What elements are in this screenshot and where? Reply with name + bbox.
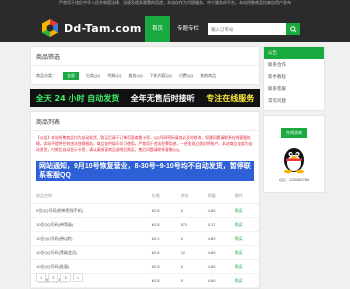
next-page-link[interactable]: >	[72, 273, 84, 282]
sidebar: 公告 联系合作 新手教程 联系客服 常见问题 在线咨询 QQ：123456789	[263, 46, 325, 197]
logo-text: Dd-Tam.com	[64, 21, 142, 35]
page-link[interactable]: 3	[60, 273, 71, 282]
filter-title: 商品筛选	[31, 47, 259, 66]
buy-button[interactable]: 购买	[235, 278, 254, 284]
side-item-contact[interactable]: 联系客服	[264, 83, 324, 95]
table-header: 商品名称 价格 库存 销量 操作	[31, 185, 259, 204]
search-icon	[289, 25, 297, 33]
qq-contact-box: 在线咨询 QQ：123456789	[263, 115, 325, 193]
logo-icon	[40, 18, 60, 38]
filter-option[interactable]: 代刷QQ	[107, 73, 121, 79]
site-logo[interactable]: Dd-Tam.com	[40, 18, 142, 38]
qq-number: QQ：123456789	[278, 177, 310, 182]
nav-home[interactable]: 首页	[145, 16, 171, 42]
list-title: 商品列表	[31, 112, 259, 131]
buy-button[interactable]: 购买	[235, 208, 254, 214]
product-name[interactable]: 9位QQ号码(附带密保手机)	[36, 208, 152, 214]
product-stock: 0	[180, 208, 183, 213]
product-price: ¥2.8	[151, 278, 160, 283]
col-sales: 销量	[207, 193, 216, 198]
banner-text: 全年无售后时接听	[130, 93, 195, 103]
banner-text: 专注在线服务	[206, 93, 255, 103]
category-filter: 商品分类： 全部 分类QQ 代刷QQ 服务QQ 下机内容QQ 付费QQ 其他商品	[31, 66, 259, 84]
product-list-panel: 商品列表 【公告】本站所售商品均为自动发货，购买后请于订单页面查看卡密，QQ号码…	[30, 111, 260, 289]
filter-option-all[interactable]: 全部	[63, 72, 79, 80]
filter-option[interactable]: 下机内容QQ	[150, 73, 172, 79]
filter-option[interactable]: 服务QQ	[128, 73, 142, 79]
product-name[interactable]: 10位QQ号码(带等级)	[36, 222, 152, 228]
product-name[interactable]: 10位QQ号码(带Q龄)	[36, 236, 152, 242]
pagination: 1 2 3 >	[36, 273, 85, 282]
product-price: ¥2.8	[151, 208, 160, 213]
product-stock: 12	[180, 250, 186, 255]
table-row[interactable]: 10位QQ号码(批量) ¥2.5 0 4.80 购买	[31, 260, 259, 274]
promo-banner: 全天 24 小时 自动发货 全年无售后时接听 专注在线服务	[30, 89, 260, 107]
product-price: ¥2.5	[151, 264, 160, 269]
product-stock: 0	[180, 264, 183, 269]
side-item-tutorial[interactable]: 新手教程	[264, 71, 324, 83]
col-action: 操作	[234, 193, 243, 198]
qq-penguin-icon[interactable]	[280, 144, 308, 174]
product-sales: 4.80	[207, 264, 216, 269]
product-name[interactable]: 10位QQ号码(批量)	[36, 264, 152, 270]
filter-option[interactable]: 其他商品	[200, 73, 216, 79]
product-stock: 0	[180, 278, 183, 283]
product-stock: 0	[180, 236, 183, 241]
notice-text: 【公告】本站所售商品均为自动发货，购买后请于订单页面查看卡密，QQ号码密码请务必…	[36, 136, 253, 152]
product-price: ¥2.2	[151, 236, 160, 241]
col-name: 商品名称	[36, 193, 52, 198]
filter-option[interactable]: 付费QQ	[179, 73, 193, 79]
banner-text: 全天 24 小时 自动发货	[35, 93, 120, 103]
col-stock: 库存	[180, 193, 189, 198]
main-column: 商品筛选 商品分类： 全部 分类QQ 代刷QQ 服务QQ 下机内容QQ 付费QQ…	[30, 46, 260, 289]
table-row[interactable]: 9位QQ号码(附带密保手机) ¥2.8 0 4.80 购买	[31, 204, 259, 218]
product-sales: 4.80	[207, 278, 216, 283]
highlight-notice: 网站通知，9月10号恢复营业，8-30号~9-10号均不自动发货，暂停联系客服Q…	[36, 161, 254, 181]
buy-button[interactable]: 购买	[235, 222, 254, 228]
product-sales: 4.80	[207, 208, 216, 213]
filter-panel: 商品筛选 商品分类： 全部 分类QQ 代刷QQ 服务QQ 下机内容QQ 付费QQ…	[30, 46, 260, 85]
product-sales: 0.17	[207, 222, 216, 227]
col-price: 价格	[151, 193, 160, 198]
table-row[interactable]: 10位QQ号码(带Q龄) ¥2.2 0 4.80 购买	[31, 232, 259, 246]
buy-button[interactable]: 购买	[235, 236, 254, 242]
filter-label: 商品分类：	[36, 73, 56, 78]
product-sales: 4.80	[207, 236, 216, 241]
table-row[interactable]: 10位QQ号码(等级会员) ¥2.8 12 4.80 购买	[31, 246, 259, 260]
filter-option[interactable]: 分类QQ	[86, 73, 100, 79]
product-stock: 571	[180, 222, 188, 227]
top-notice-text: 严禁用于违反中华人民共和国法律、法规及相关政策的用途，本站仅作为代理服务、中介服…	[59, 0, 291, 5]
side-item-notice[interactable]: 公告	[264, 47, 324, 59]
nav-topics[interactable]: 专题专栏	[170, 16, 206, 42]
product-price: ¥2.8	[151, 222, 160, 227]
side-item-cooperation[interactable]: 联系合作	[264, 59, 324, 71]
qq-consult-button[interactable]: 在线咨询	[281, 128, 307, 138]
side-menu: 公告 联系合作 新手教程 联系客服 常见问题	[263, 46, 325, 111]
site-header: Dd-Tam.com 首页 专题专栏	[0, 6, 350, 42]
product-name[interactable]: 10位QQ号码(等级会员)	[36, 250, 152, 256]
buy-button[interactable]: 购买	[235, 250, 254, 256]
main-nav: 首页 专题专栏	[145, 16, 206, 42]
page-link[interactable]: 2	[48, 273, 59, 282]
buy-button[interactable]: 购买	[235, 264, 254, 270]
table-row[interactable]: 10位QQ号码(带等级) ¥2.8 571 0.17 购买	[31, 218, 259, 232]
order-search-input[interactable]	[208, 23, 286, 35]
side-item-faq[interactable]: 常见问题	[264, 95, 324, 107]
product-price: ¥2.8	[151, 250, 160, 255]
product-sales: 4.80	[207, 250, 216, 255]
search-button[interactable]	[286, 23, 300, 35]
page-link[interactable]: 1	[36, 273, 47, 282]
